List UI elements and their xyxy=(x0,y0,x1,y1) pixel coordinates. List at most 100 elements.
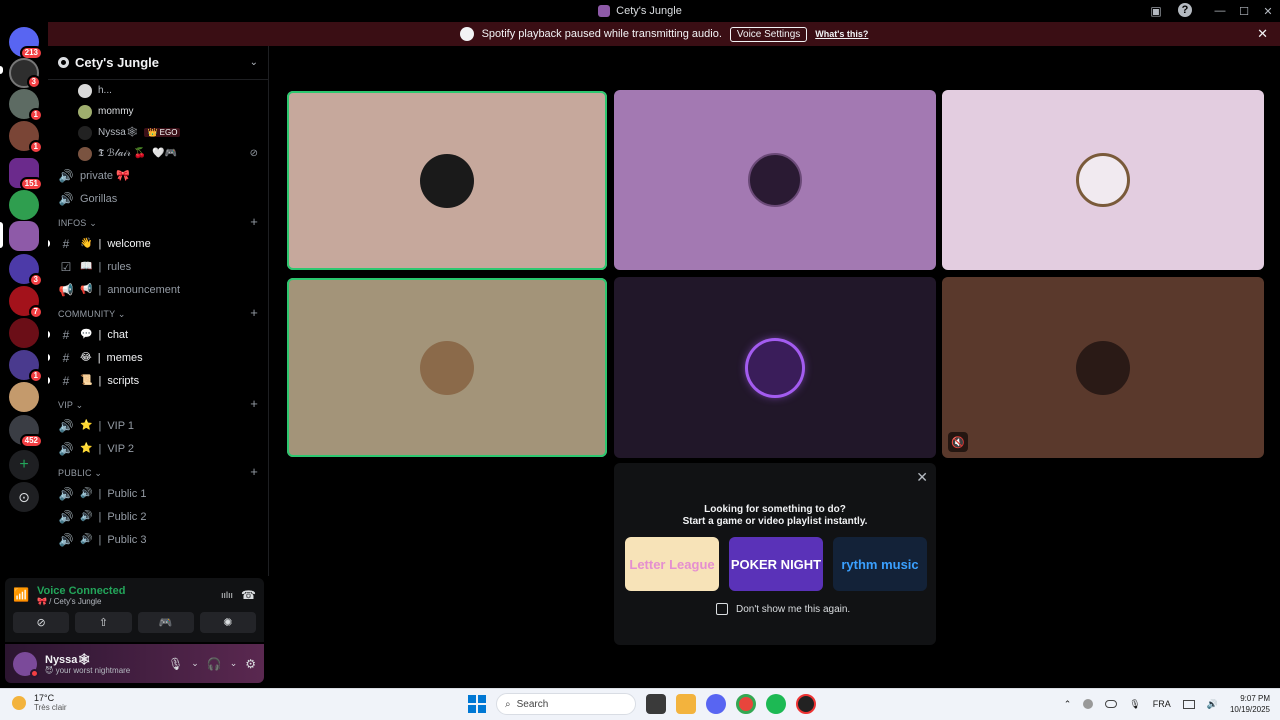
channel-private[interactable]: 🔊 private 🎀 xyxy=(48,164,268,187)
weather-widget[interactable]: 17°C Très clair xyxy=(12,693,67,712)
server-icon[interactable]: 1 xyxy=(9,121,43,154)
avatar xyxy=(78,83,92,98)
server-icon[interactable] xyxy=(9,318,39,348)
noise-suppression-icon[interactable]: ıılıı xyxy=(221,590,233,600)
spotify-taskbar-icon[interactable] xyxy=(766,694,786,714)
channel-announcement[interactable]: 📢 📢 | announcement xyxy=(48,278,268,301)
channel-public-2[interactable]: 🔊 🔊 | Public 2 xyxy=(48,505,268,528)
microphone-icon[interactable]: 🎙 xyxy=(1129,699,1140,710)
network-icon[interactable] xyxy=(1182,699,1195,709)
screen-share-button[interactable]: ⇧ xyxy=(75,612,132,633)
channel-public-3[interactable]: 🔊 🔊 | Public 3 xyxy=(48,528,268,551)
search-input[interactable]: ⌕ Search xyxy=(496,693,636,715)
channel-rules[interactable]: ☑ 📖 | rules xyxy=(48,255,268,278)
server-icon[interactable]: 1 xyxy=(9,89,43,122)
direct-messages-button[interactable]: 213 xyxy=(9,27,43,60)
channel-welcome[interactable]: # 👋 | welcome xyxy=(48,232,268,255)
server-icon[interactable]: 3 xyxy=(9,58,41,89)
task-view-icon[interactable] xyxy=(646,694,666,714)
server-icon[interactable]: 3 xyxy=(9,254,43,287)
signal-icon[interactable]: 📶 xyxy=(13,587,29,603)
server-header[interactable]: Cety's Jungle ⌄ xyxy=(48,46,268,80)
avatar[interactable] xyxy=(13,651,39,678)
voice-user[interactable]: Nyssa🕸 👑 EGO xyxy=(48,122,268,143)
voice-user[interactable]: 𝕿 ℬ𝓁𝒶𝒾𝓇 🍒 🤍🎮 ⊘ xyxy=(48,143,268,164)
clock[interactable]: 9:07 PM 10/19/2025 xyxy=(1230,693,1270,715)
voice-settings-button[interactable]: Voice Settings xyxy=(729,26,808,42)
server-icon[interactable] xyxy=(9,190,39,220)
channel-scripts[interactable]: # 📜 | scripts xyxy=(48,369,268,392)
server-icon[interactable]: 1 xyxy=(9,350,43,383)
category-community[interactable]: COMMUNITY ⌄ + xyxy=(48,301,268,323)
show-hidden-icons[interactable]: ⌃ xyxy=(1064,699,1072,710)
avatar xyxy=(78,125,92,140)
activity-button[interactable]: 🎮 xyxy=(137,612,194,633)
add-server-icon[interactable]: + xyxy=(9,450,39,480)
channel-chat[interactable]: # 💬 | chat xyxy=(48,323,268,346)
chrome-icon[interactable] xyxy=(736,694,756,714)
maximize-button[interactable]: ☐ xyxy=(1232,0,1256,22)
whats-this-link[interactable]: What's this? xyxy=(815,29,868,39)
dont-show-again[interactable]: Don't show me this again. xyxy=(716,603,850,615)
close-icon[interactable]: ✕ xyxy=(1257,26,1268,42)
chevron-down-icon[interactable]: ⌄ xyxy=(230,658,238,669)
activity-letter-league[interactable]: Letter League xyxy=(625,537,719,591)
channel-public-1[interactable]: 🔊 🔊 | Public 1 xyxy=(48,482,268,505)
checkbox[interactable] xyxy=(716,603,728,615)
settings-icon[interactable]: ⚙ xyxy=(245,657,256,671)
avatar xyxy=(78,104,92,119)
language-indicator[interactable]: FRA xyxy=(1153,699,1171,709)
microphone-icon[interactable]: 🎙 xyxy=(168,657,183,671)
participant-tile[interactable]: 🔇 xyxy=(942,277,1264,458)
discover-icon[interactable]: ⊙ xyxy=(9,482,39,512)
discord-taskbar-icon[interactable] xyxy=(706,694,726,714)
camera-button[interactable]: ⊘ xyxy=(13,612,70,633)
add-channel-icon[interactable]: + xyxy=(250,214,258,229)
voice-status[interactable]: Voice Connected xyxy=(37,585,213,597)
channel-vip-2[interactable]: 🔊 ⭐ | VIP 2 xyxy=(48,437,268,460)
channel-emoji: 📖 xyxy=(80,261,93,272)
soundboard-button[interactable]: ✺ xyxy=(199,612,256,633)
channel-memes[interactable]: # 😂 | memes xyxy=(48,346,268,369)
voice-user[interactable]: mommy xyxy=(48,101,268,122)
server-icon[interactable] xyxy=(9,382,39,412)
participant-tile[interactable] xyxy=(287,91,607,270)
voice-user[interactable]: h... xyxy=(48,80,268,101)
tray-app-icon[interactable] xyxy=(1083,699,1094,709)
channel-vip-1[interactable]: 🔊 ⭐ | VIP 1 xyxy=(48,414,268,437)
server-icon[interactable]: 7 xyxy=(9,286,43,319)
close-icon[interactable]: ✕ xyxy=(916,469,928,486)
app-taskbar-icon[interactable] xyxy=(796,694,816,714)
chevron-down-icon[interactable]: ⌄ xyxy=(191,658,199,669)
category-vip[interactable]: VIP ⌄ + xyxy=(48,392,268,414)
server-icon-cetys-jungle[interactable] xyxy=(9,221,39,251)
participant-tile[interactable] xyxy=(287,278,607,457)
participant-tile[interactable] xyxy=(942,90,1264,270)
server-icon[interactable]: 151 xyxy=(9,158,43,191)
inbox-icon[interactable]: ▣ xyxy=(1148,3,1164,19)
help-icon[interactable]: ? xyxy=(1178,3,1192,17)
activity-poker-night[interactable]: POKER NIGHT xyxy=(729,537,823,591)
username[interactable]: Nyssa🕸 xyxy=(45,653,160,666)
system-tray: ⌃ 🎙 FRA 🔊 9:07 PM 10/19/2025 xyxy=(1064,693,1270,715)
volume-icon[interactable]: 🔊 xyxy=(1207,699,1218,710)
disconnect-icon[interactable]: ☎ xyxy=(241,588,256,602)
category-public[interactable]: PUBLIC ⌄ + xyxy=(48,460,268,482)
participant-tile[interactable] xyxy=(614,90,936,270)
category-infos[interactable]: INFOS ⌄ + xyxy=(48,210,268,232)
start-button[interactable] xyxy=(468,695,486,713)
voice-channel-path[interactable]: 🎀 / Cety's Jungle xyxy=(37,597,213,606)
headphones-icon[interactable]: 🎧 xyxy=(207,657,222,671)
cloud-icon[interactable] xyxy=(1105,700,1118,708)
channel-gorillas[interactable]: 🔊 Gorillas xyxy=(48,187,268,210)
participant-tile[interactable] xyxy=(614,277,936,458)
activity-rythm[interactable]: rythm music xyxy=(833,537,927,591)
hash-icon: # xyxy=(62,327,70,342)
minimize-button[interactable]: — xyxy=(1208,0,1232,22)
add-channel-icon[interactable]: + xyxy=(250,305,258,320)
server-folder[interactable]: 452 xyxy=(9,415,43,448)
add-channel-icon[interactable]: + xyxy=(250,396,258,411)
add-channel-icon[interactable]: + xyxy=(250,464,258,479)
close-window-button[interactable]: ✕ xyxy=(1256,0,1280,22)
file-explorer-icon[interactable] xyxy=(676,694,696,714)
